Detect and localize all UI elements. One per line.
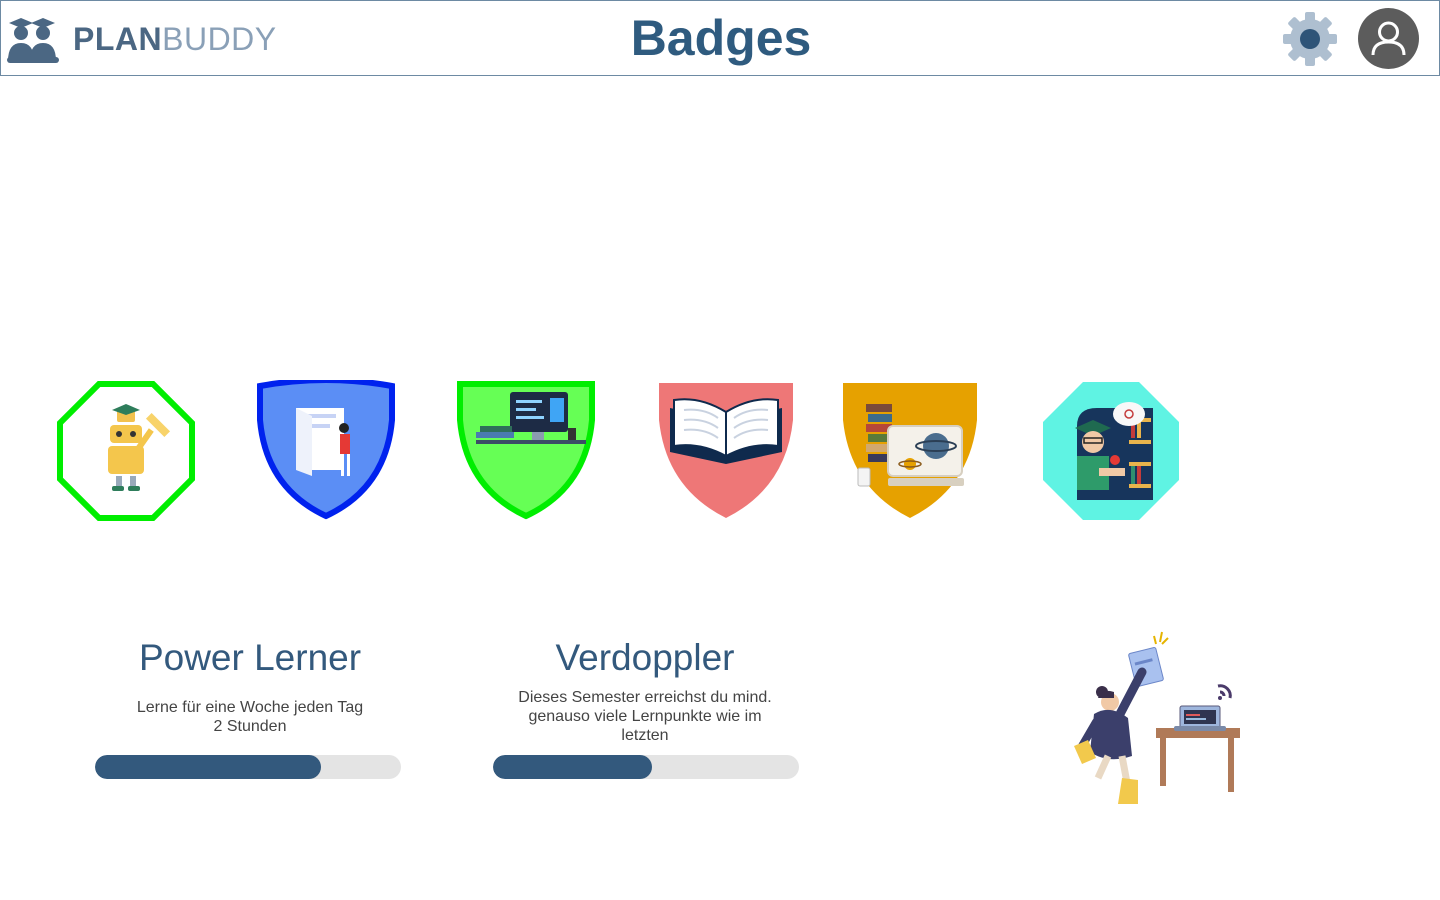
achievement-description: Lerne für eine Woche jeden Tag 2 Stunden [90, 698, 410, 736]
presentation-badge[interactable] [256, 380, 396, 522]
gear-icon[interactable] [1282, 11, 1338, 67]
logo-buddy-text: BUDDY [162, 21, 277, 57]
logo-wordmark: PLANBUDDY [73, 19, 277, 59]
student-celebrating-illustration [1074, 631, 1240, 804]
book-badge[interactable] [656, 380, 796, 522]
achievement-progress-fill [493, 755, 653, 779]
science-badge[interactable] [1041, 380, 1181, 522]
profile-button[interactable] [1358, 8, 1419, 69]
achievement-description-line: Dieses Semester erreichst du mind. [518, 689, 772, 706]
page-title: Badges [630, 10, 812, 66]
achievement-progress-bar [493, 755, 799, 779]
achievement-progress-bar [95, 755, 401, 779]
graduates-logo-icon [7, 18, 59, 63]
achievement-description-line: genauso viele Lernpunkte wie im [528, 708, 762, 725]
astronomy-badge[interactable] [840, 380, 980, 522]
achievement-description-line: 2 Stunden [213, 718, 287, 735]
user-icon [1371, 21, 1406, 56]
achievement-description-line: letzten [621, 727, 669, 744]
top-bar: PLANBUDDY Badges [0, 0, 1440, 76]
computer-badge[interactable] [456, 380, 596, 522]
planbuddy-logo[interactable]: PLANBUDDY [7, 13, 287, 65]
achievement-description: Dieses Semester erreichst du mind. genau… [485, 688, 805, 745]
achievement-progress-fill [95, 755, 322, 779]
achievement-title: Verdoppler [555, 637, 735, 678]
robot-badge[interactable] [56, 380, 196, 522]
achievement-title: Power Lerner [138, 637, 362, 678]
achievement-description-line: Lerne für eine Woche jeden Tag [136, 699, 364, 716]
logo-plan-text: PLAN [73, 21, 163, 57]
